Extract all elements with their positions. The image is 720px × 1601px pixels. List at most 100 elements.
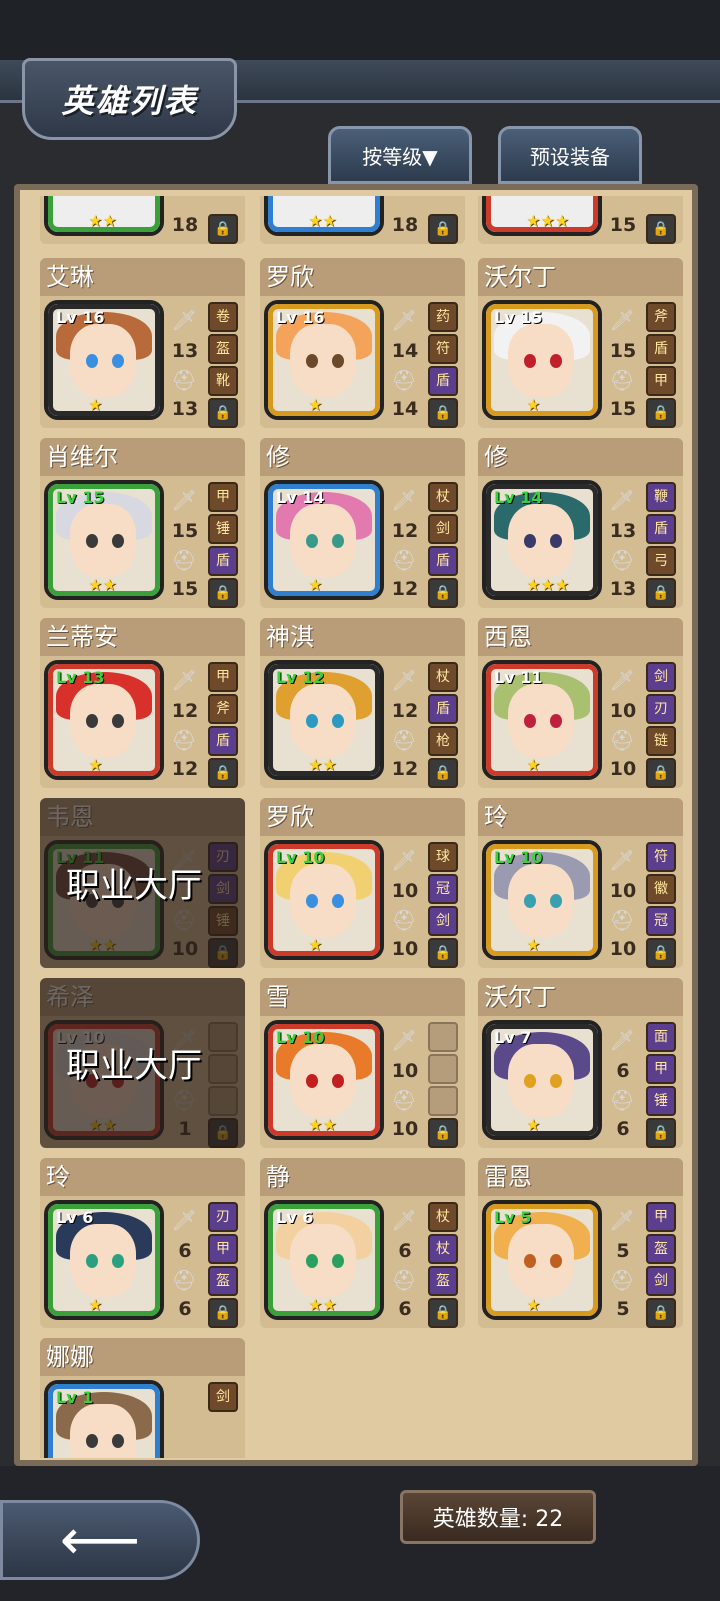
equipment-slot[interactable]: 冠 [428, 874, 458, 904]
hero-card[interactable]: 罗欣 Lv 16 ★ 🗡 ⛑ 14 14 药符盾 🔒 [260, 258, 465, 428]
hero-card[interactable]: 雪 Lv 10 ★★ 🗡 ⛑ 10 10 🔒 [260, 978, 465, 1148]
lock-icon[interactable]: 🔒 [208, 578, 238, 608]
armor-icon: ⛑ [171, 548, 197, 572]
equipment-slot[interactable]: 盾 [428, 546, 458, 576]
equipment-slot[interactable]: 链 [646, 726, 676, 756]
equipment-slot[interactable]: 杖 [428, 662, 458, 692]
lock-icon[interactable]: 🔒 [646, 758, 676, 788]
hero-grid[interactable]: ★★ 18 🔒 ★★ 18 🔒 ★★★ 15 🔒 艾琳 Lv 16 ★ 🗡 ⛑ 13 13 卷盔靴 🔒 罗欣 Lv 1… [34, 196, 690, 1458]
lock-icon[interactable]: 🔒 [208, 398, 238, 428]
hero-card[interactable]: 罗欣 Lv 10 ★ 🗡 ⛑ 10 10 球冠剑 🔒 [260, 798, 465, 968]
equipment-slot[interactable]: 盾 [428, 694, 458, 724]
equipment-slot[interactable]: 杖 [428, 1234, 458, 1264]
hero-card[interactable]: 玲 Lv 6 ★ 🗡 ⛑ 6 6 刃甲盔 🔒 [40, 1158, 245, 1328]
lock-icon[interactable]: 🔒 [646, 398, 676, 428]
hero-card[interactable]: 玲 Lv 10 ★ 🗡 ⛑ 10 10 符徽冠 🔒 [478, 798, 683, 968]
equipment-slot[interactable]: 盾 [428, 366, 458, 396]
hero-card[interactable]: 艾琳 Lv 16 ★ 🗡 ⛑ 13 13 卷盔靴 🔒 [40, 258, 245, 428]
equipment-slot[interactable]: 药 [428, 302, 458, 332]
lock-icon[interactable]: 🔒 [428, 398, 458, 428]
equipment-slot[interactable]: 盾 [208, 726, 238, 756]
equipment-slot[interactable]: 靴 [208, 366, 238, 396]
hero-card[interactable]: 神淇 Lv 12 ★★ 🗡 ⛑ 12 12 杖盾枪 🔒 [260, 618, 465, 788]
equipment-slot[interactable]: 刃 [646, 694, 676, 724]
equipment-slot[interactable]: 盾 [646, 514, 676, 544]
equipment-slot[interactable] [428, 1022, 458, 1052]
hero-card[interactable]: 沃尔丁 Lv 15 ★ 🗡 ⛑ 15 15 斧盾甲 🔒 [478, 258, 683, 428]
sort-by-level-button[interactable]: 按等级▼ [328, 126, 472, 184]
equipment-slot[interactable]: 甲 [208, 662, 238, 692]
equipment-slot[interactable]: 甲 [208, 482, 238, 512]
equipment-slot[interactable]: 冠 [646, 906, 676, 936]
hero-card[interactable]: 西恩 Lv 11 ★ 🗡 ⛑ 10 10 剑刃链 🔒 [478, 618, 683, 788]
equipment-slot[interactable]: 枪 [428, 726, 458, 756]
equipment-slot[interactable]: 剑 [646, 1266, 676, 1296]
lock-icon[interactable]: 🔒 [208, 1298, 238, 1328]
hero-card[interactable]: 肖维尔 Lv 15 ★★ 🗡 ⛑ 15 15 甲锤盾 🔒 [40, 438, 245, 608]
equipment-slot[interactable]: 盔 [646, 1234, 676, 1264]
hero-card[interactable]: 静 Lv 6 ★★ 🗡 ⛑ 6 6 杖杖盔 🔒 [260, 1158, 465, 1328]
equipment-slot[interactable]: 甲 [646, 1202, 676, 1232]
lock-icon[interactable]: 🔒 [646, 938, 676, 968]
hero-card[interactable]: 沃尔丁 Lv 7 ★ 🗡 ⛑ 6 6 面甲锤 🔒 [478, 978, 683, 1148]
equipment-slot[interactable]: 符 [428, 334, 458, 364]
hero-card[interactable]: 娜娜 Lv 1 剑 [40, 1338, 245, 1458]
equipment-slot[interactable]: 甲 [646, 1054, 676, 1084]
hero-card-partial[interactable]: ★★ 18 🔒 [260, 196, 465, 244]
lock-icon[interactable]: 🔒 [428, 578, 458, 608]
equipment-slot[interactable]: 球 [428, 842, 458, 872]
equipment-slot[interactable]: 徽 [646, 874, 676, 904]
equipment-slot[interactable]: 符 [646, 842, 676, 872]
lock-icon[interactable]: 🔒 [646, 1118, 676, 1148]
hero-card[interactable]: 希泽Lv 10★★🗡⛑1🔒职业大厅 [40, 978, 245, 1148]
lock-icon[interactable]: 🔒 [646, 578, 676, 608]
equipment-slot[interactable]: 弓 [646, 546, 676, 576]
hero-card[interactable]: 韦恩Lv 11★★🗡⛑10刃剑锤🔒职业大厅 [40, 798, 245, 968]
equipment-slot[interactable]: 剑 [428, 514, 458, 544]
armor-icon: ⛑ [609, 368, 635, 392]
equipment-slot[interactable]: 锤 [646, 1086, 676, 1116]
equipment-slot[interactable]: 锤 [208, 514, 238, 544]
equipment-slot[interactable]: 杖 [428, 482, 458, 512]
equipment-slot[interactable]: 盔 [208, 1266, 238, 1296]
equipment-slot[interactable]: 斧 [646, 302, 676, 332]
hero-card[interactable]: 雷恩 Lv 5 ★ 🗡 ⛑ 5 5 甲盔剑 🔒 [478, 1158, 683, 1328]
hero-card-partial[interactable]: ★★★ 15 🔒 [478, 196, 683, 244]
lock-icon[interactable]: 🔒 [428, 1298, 458, 1328]
weapon-icon: 🗡 [609, 848, 635, 872]
equipment-slot[interactable]: 鞭 [646, 482, 676, 512]
equipment-slot[interactable]: 甲 [208, 1234, 238, 1264]
equipment-slot[interactable]: 刃 [208, 1202, 238, 1232]
hero-list-panel: ★★ 18 🔒 ★★ 18 🔒 ★★★ 15 🔒 艾琳 Lv 16 ★ 🗡 ⛑ 13 13 卷盔靴 🔒 罗欣 Lv 1… [14, 184, 698, 1466]
lock-icon[interactable]: 🔒 [208, 758, 238, 788]
equipment-slot[interactable]: 剑 [208, 1382, 238, 1412]
hero-card-partial[interactable]: ★★ 18 🔒 [40, 196, 245, 244]
equipment-slot[interactable]: 盔 [208, 334, 238, 364]
weapon-level: 10 [391, 1060, 419, 1082]
equipment-slot[interactable]: 杖 [428, 1202, 458, 1232]
armor-icon: ⛑ [391, 908, 417, 932]
hero-card[interactable]: 兰蒂安 Lv 13 ★ 🗡 ⛑ 12 12 甲斧盾 🔒 [40, 618, 245, 788]
rarity-stars: ★★ [308, 1115, 337, 1134]
hero-card[interactable]: 修 Lv 14 ★★★ 🗡 ⛑ 13 13 鞭盾弓 🔒 [478, 438, 683, 608]
hero-level: Lv 10 [276, 848, 325, 867]
back-button[interactable]: ⟵ [0, 1500, 200, 1580]
equipment-slot[interactable]: 斧 [208, 694, 238, 724]
lock-icon[interactable]: 🔒 [428, 1118, 458, 1148]
equipment-slot[interactable] [428, 1054, 458, 1084]
equipment-slot[interactable]: 卷 [208, 302, 238, 332]
equipment-slot[interactable]: 盾 [208, 546, 238, 576]
hero-card[interactable]: 修 Lv 14 ★ 🗡 ⛑ 12 12 杖剑盾 🔒 [260, 438, 465, 608]
equipment-slot[interactable]: 盾 [646, 334, 676, 364]
equipment-slot[interactable]: 甲 [646, 366, 676, 396]
armor-icon: ⛑ [609, 1268, 635, 1292]
lock-icon[interactable]: 🔒 [428, 758, 458, 788]
equipment-slot[interactable]: 剑 [646, 662, 676, 692]
equipment-slot[interactable]: 剑 [428, 906, 458, 936]
equipment-slot[interactable]: 面 [646, 1022, 676, 1052]
lock-icon[interactable]: 🔒 [646, 1298, 676, 1328]
equipment-slot[interactable]: 盔 [428, 1266, 458, 1296]
equipment-slot[interactable] [428, 1086, 458, 1116]
preset-equipment-button[interactable]: 预设装备 [498, 126, 642, 184]
lock-icon[interactable]: 🔒 [428, 938, 458, 968]
